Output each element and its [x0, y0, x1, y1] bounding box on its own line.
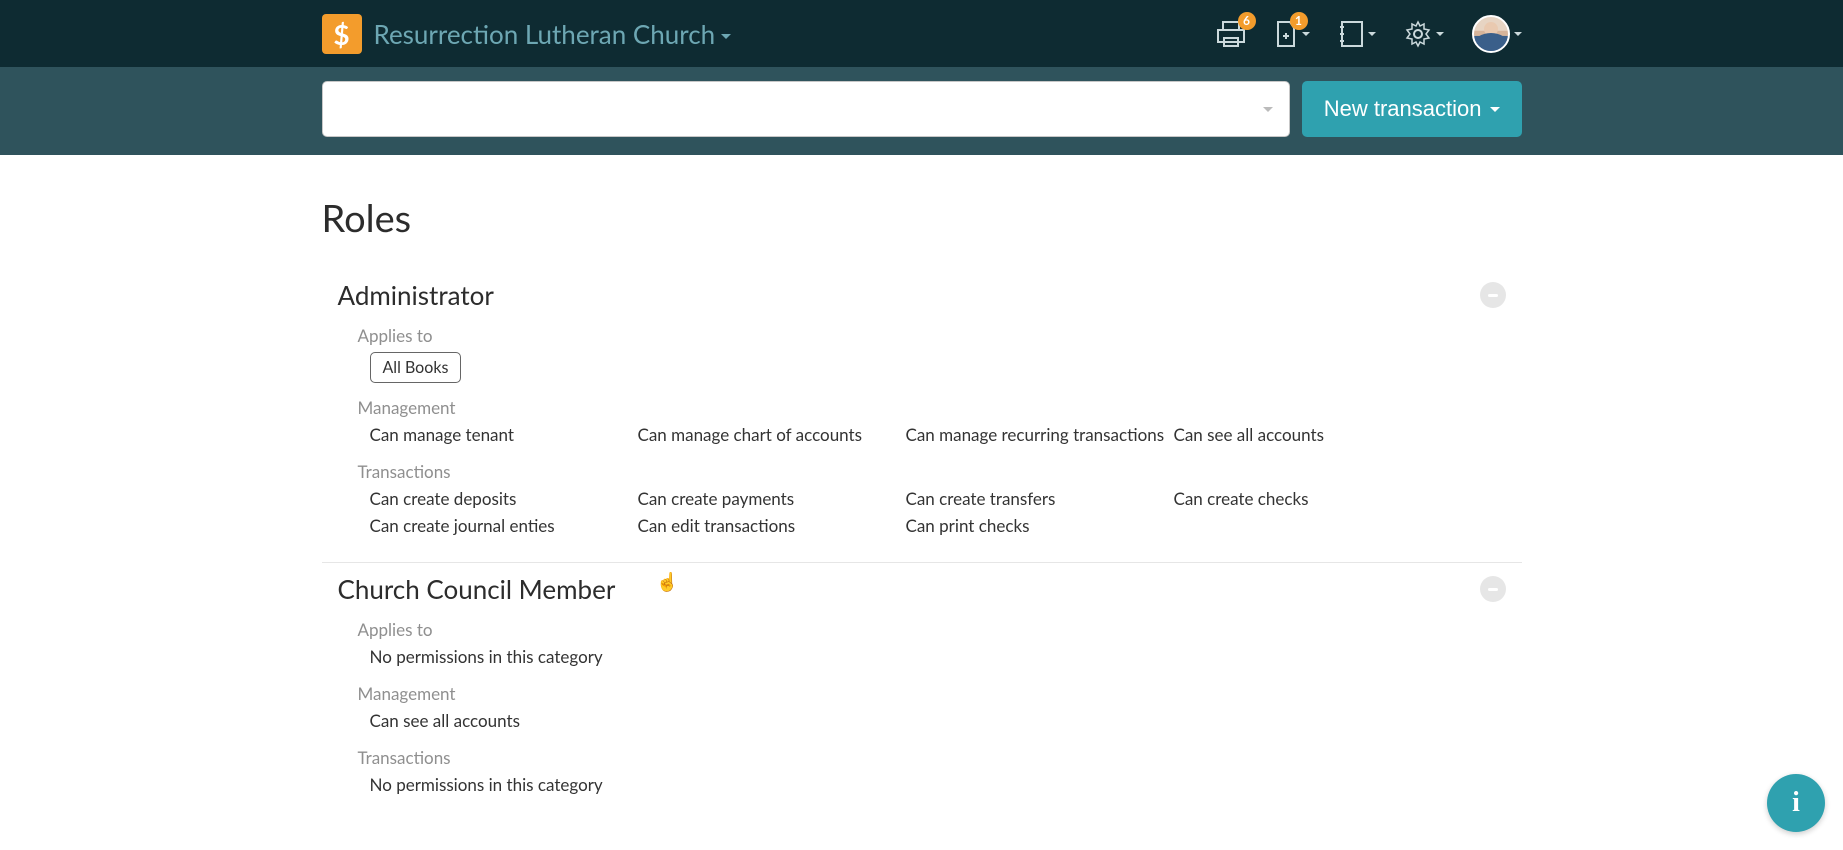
sub-navbar: New transaction [0, 67, 1843, 155]
permission-item: Can print checks [906, 513, 1174, 538]
chevron-down-icon [1490, 107, 1500, 112]
page-title: Roles [322, 195, 1522, 241]
contacts-button[interactable] [1338, 20, 1376, 48]
brand-logo-icon: $ [322, 14, 362, 54]
applies-to-pill[interactable]: All Books [370, 352, 462, 383]
permission-item: Can see all accounts [1174, 422, 1442, 447]
brand[interactable]: $ Resurrection Lutheran Church [322, 14, 732, 54]
no-permissions-text: No permissions in this category [370, 644, 1506, 669]
gear-icon [1404, 20, 1432, 48]
new-document-button[interactable]: 1 [1274, 20, 1310, 48]
print-queue-badge: 6 [1238, 12, 1256, 30]
permission-item: Can create checks [1174, 486, 1442, 511]
chevron-down-icon [1302, 32, 1310, 36]
print-queue-button[interactable]: 6 [1216, 20, 1246, 48]
user-menu-button[interactable] [1472, 15, 1522, 53]
section-label-transactions: Transactions [358, 747, 1506, 768]
section-label-management: Management [358, 397, 1506, 418]
new-transaction-label: New transaction [1324, 96, 1482, 122]
section-label-applies-to: Applies to [358, 619, 1506, 640]
permission-item: Can create journal enties [370, 513, 638, 538]
chevron-down-icon [1368, 32, 1376, 36]
brand-dropdown-caret-icon [721, 34, 731, 39]
permission-item: Can edit transactions [638, 513, 906, 538]
section-label-transactions: Transactions [358, 461, 1506, 482]
role-block-administrator: Administrator Applies to All Books Manag… [322, 269, 1522, 563]
permission-item: Can manage recurring transactions [906, 422, 1174, 447]
permission-item: Can manage chart of accounts [638, 422, 906, 447]
permission-item: Can create transfers [906, 486, 1174, 511]
collapse-role-button[interactable] [1480, 576, 1506, 602]
chevron-down-icon [1514, 32, 1522, 36]
new-transaction-button[interactable]: New transaction [1302, 81, 1522, 137]
help-info-button[interactable]: i [1767, 774, 1825, 832]
top-navbar: $ Resurrection Lutheran Church 6 [0, 0, 1843, 67]
info-icon: i [1792, 787, 1800, 819]
brand-title: Resurrection Lutheran Church [374, 18, 716, 50]
role-title: Church Council Member [338, 573, 616, 605]
permission-item: Can create deposits [370, 486, 638, 511]
section-label-applies-to: Applies to [358, 325, 1506, 346]
account-selector[interactable] [322, 81, 1290, 137]
new-document-badge: 1 [1290, 12, 1308, 30]
permission-item: Can see all accounts [370, 708, 638, 733]
settings-button[interactable] [1404, 20, 1444, 48]
chevron-down-icon [1436, 32, 1444, 36]
role-block-church-council-member: Church Council Member Applies to No perm… [322, 563, 1522, 821]
role-title: Administrator [338, 279, 494, 311]
chevron-down-icon [1263, 107, 1273, 112]
permission-item: Can create payments [638, 486, 906, 511]
permission-item: Can manage tenant [370, 422, 638, 447]
main-content: Roles Administrator Applies to All Books… [322, 155, 1522, 821]
no-permissions-text: No permissions in this category [370, 772, 1506, 797]
section-label-management: Management [358, 683, 1506, 704]
avatar [1472, 15, 1510, 53]
address-book-icon [1338, 20, 1364, 48]
collapse-role-button[interactable] [1480, 282, 1506, 308]
